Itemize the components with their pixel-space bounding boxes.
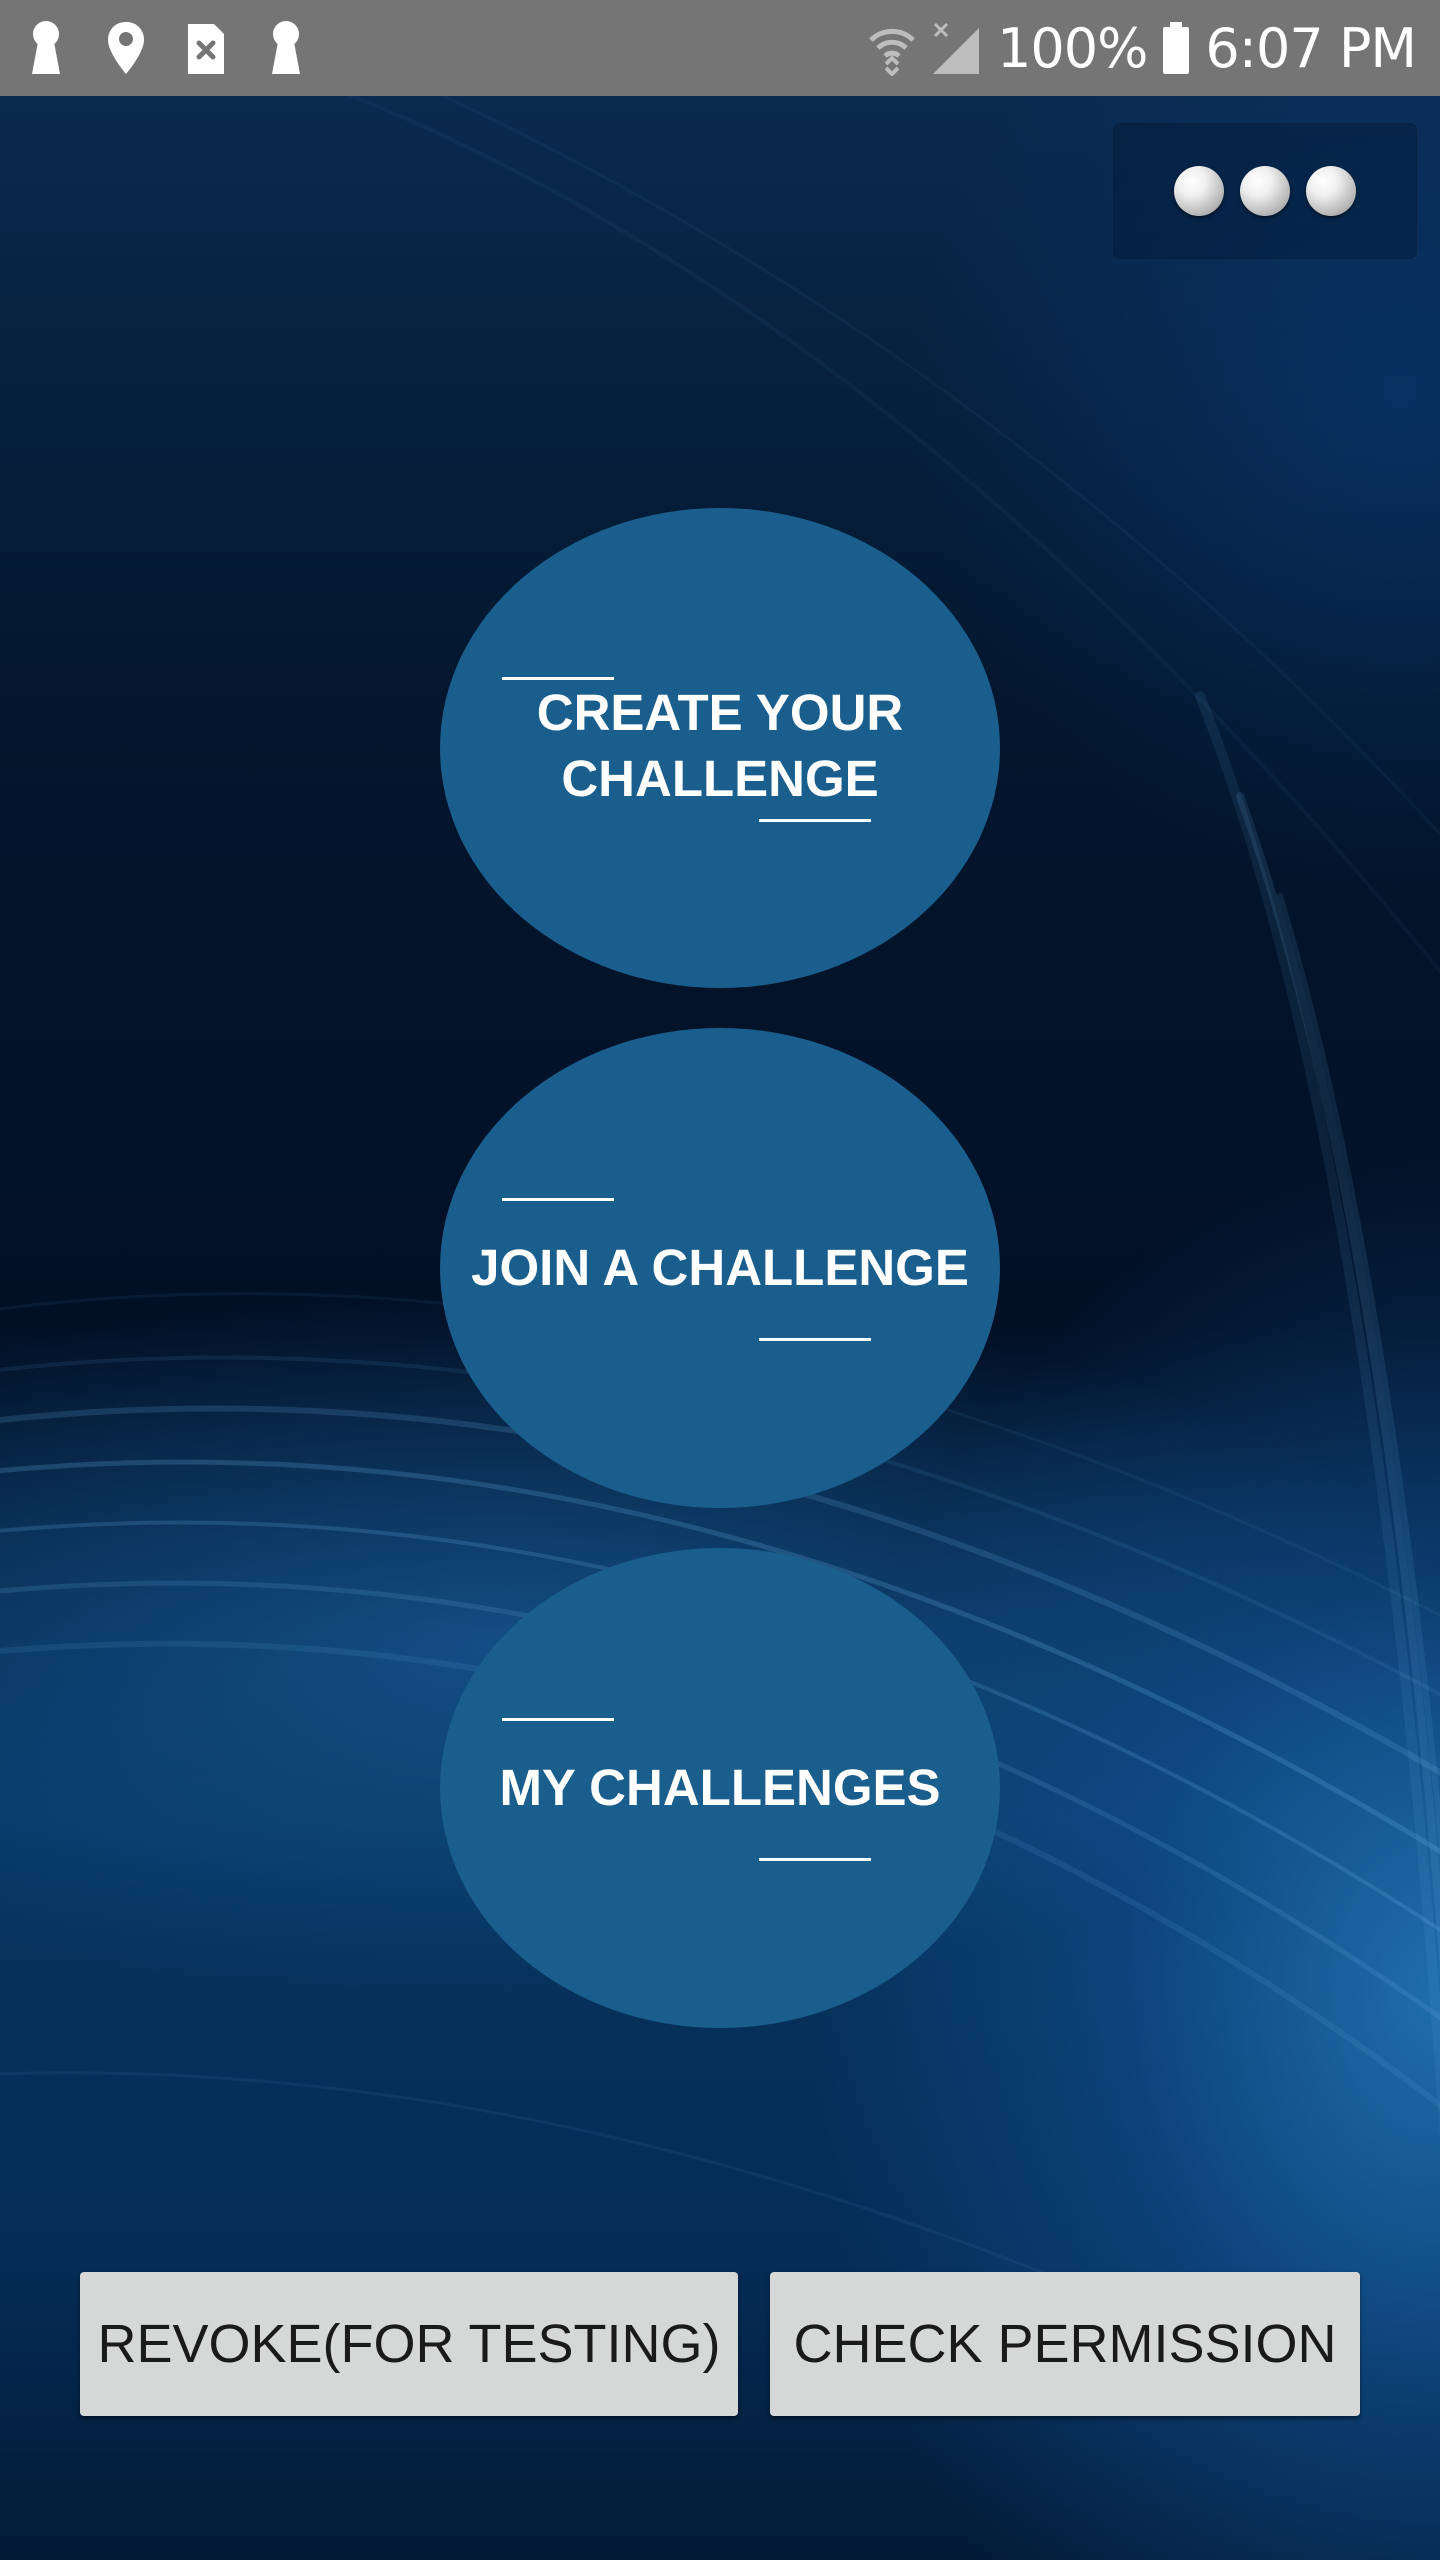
check-permission-button[interactable]: CHECK PERMISSION xyxy=(770,2272,1360,2416)
decorative-line-bottom xyxy=(759,1858,871,1861)
decorative-line-top xyxy=(502,1198,614,1201)
revoke-button[interactable]: REVOKE(FOR TESTING) xyxy=(80,2272,738,2416)
overflow-menu-button[interactable] xyxy=(1114,124,1416,258)
check-permission-button-label: CHECK PERMISSION xyxy=(793,2314,1337,2374)
three-dots-icon-dot xyxy=(1240,166,1290,216)
my-challenges-label: MY CHALLENGES xyxy=(499,1759,941,1816)
three-dots-icon-dot xyxy=(1306,166,1356,216)
wifi-icon xyxy=(869,28,915,76)
my-challenges-button[interactable]: MY CHALLENGES xyxy=(440,1548,1000,2028)
revoke-button-label: REVOKE(FOR TESTING) xyxy=(97,2314,721,2374)
decorative-line-top xyxy=(502,1718,614,1721)
create-challenge-label: CREATE YOUR CHALLENGE xyxy=(536,684,904,807)
battery-percent: 100% xyxy=(997,16,1148,80)
battery-icon xyxy=(1163,22,1190,74)
keyhole-icon xyxy=(272,21,300,74)
status-bar-system-icons: 100% 6:07 PM xyxy=(867,10,1417,86)
keyhole-icon xyxy=(32,21,60,74)
cell-signal-icon xyxy=(933,22,980,74)
decorative-line-bottom xyxy=(759,819,871,822)
three-dots-icon-dot xyxy=(1174,166,1224,216)
location-pin-icon xyxy=(108,22,144,74)
status-bar-notification-icons xyxy=(24,18,308,78)
create-challenge-button[interactable]: CREATE YOUR CHALLENGE xyxy=(440,508,1000,988)
join-challenge-button[interactable]: JOIN A CHALLENGE xyxy=(440,1028,1000,1508)
status-bar: 100% 6:07 PM xyxy=(0,0,1440,96)
sim-card-error-icon xyxy=(188,24,224,74)
join-challenge-label: JOIN A CHALLENGE xyxy=(471,1239,969,1296)
clock: 6:07 PM xyxy=(1205,16,1417,80)
decorative-line-bottom xyxy=(759,1338,871,1341)
